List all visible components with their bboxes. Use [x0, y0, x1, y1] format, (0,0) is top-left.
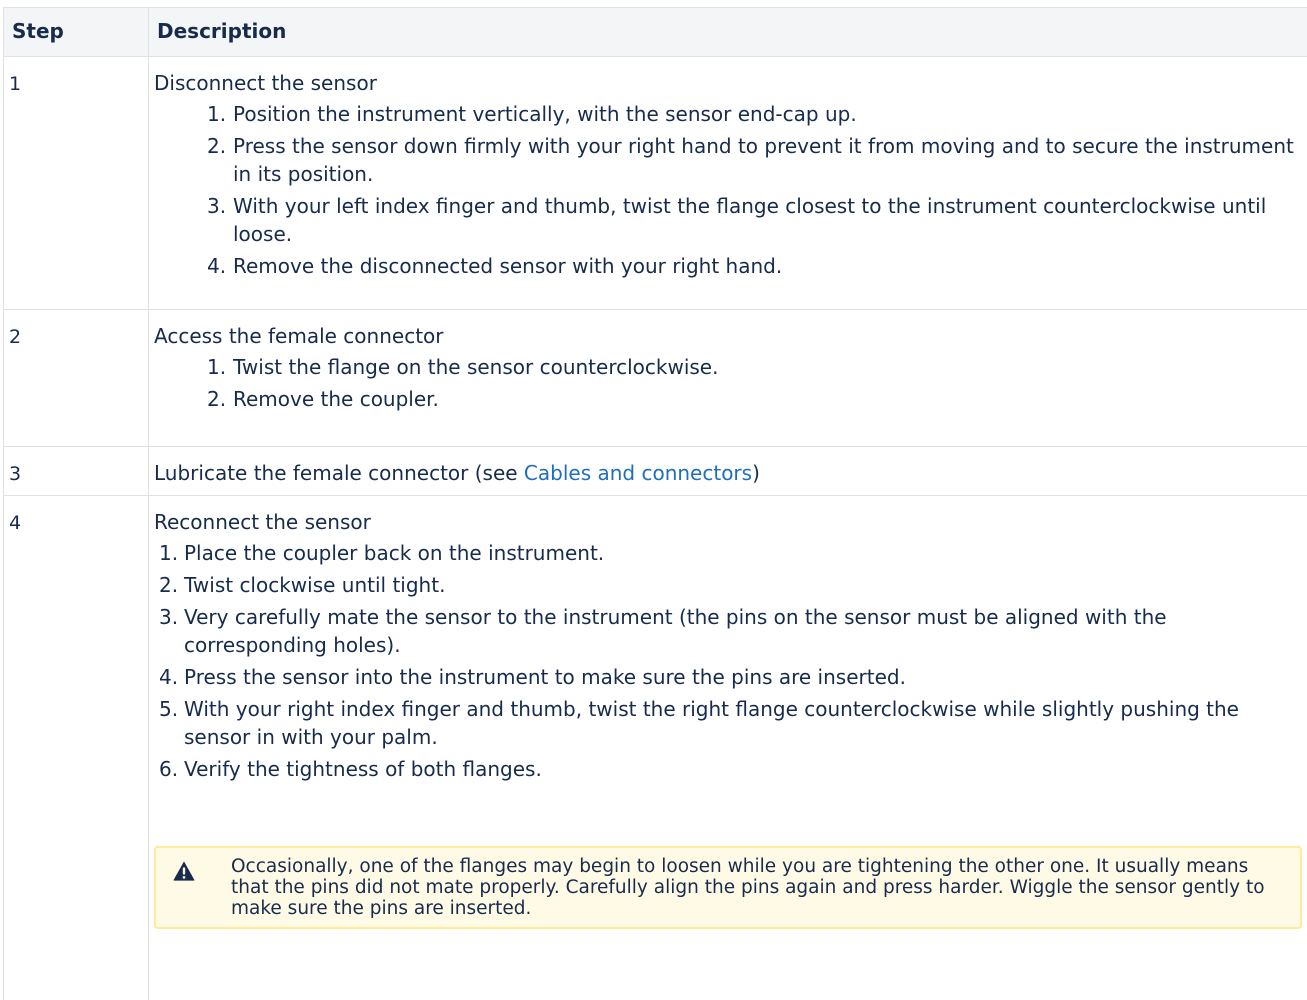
list-number: 1. [159, 541, 179, 565]
table-row: 1 Disconnect the sensor 1. Position the i… [3, 56, 1307, 310]
list-item: 5. With your right index finger and thumb… [154, 695, 1305, 751]
step-title: Access the female connector [154, 324, 444, 348]
table-row: 4 Reconnect the sensor 1. Place the coupl… [3, 495, 1307, 1000]
substep-text: Press the sensor down firmly with your r… [233, 134, 1294, 186]
list-number: 5. [159, 697, 179, 721]
table-row: 2 Access the female connector 1. Twist th… [3, 309, 1307, 447]
list-item: 2. Remove the coupler. [154, 385, 1305, 413]
substep-text: Place the coupler back on the instrument… [184, 541, 605, 565]
step-title-prefix: Lubricate the female connector (see [154, 461, 524, 485]
substep-text: With your left index finger and thumb, t… [233, 194, 1267, 246]
document-page: Step Description 1 Disconnect the sensor… [0, 0, 1307, 1000]
list-item: 1. Place the coupler back on the instrume… [154, 539, 1305, 567]
column-header-description: Description [148, 7, 1307, 57]
list-number: 2. [207, 387, 227, 411]
substep-text: Twist the flange on the sensor countercl… [233, 355, 719, 379]
list-item: 6. Verify the tightness of both flanges. [154, 755, 1305, 783]
list-number: 3. [159, 605, 179, 629]
column-header-step: Step [3, 7, 149, 57]
step-title-suffix: ) [752, 461, 760, 485]
step-description: Disconnect the sensor 1. Position the ins… [148, 56, 1307, 310]
substep-text: Position the instrument vertically, with… [233, 102, 857, 126]
list-item: 3. With your left index finger and thumb,… [154, 192, 1305, 248]
substep-text: Very carefully mate the sensor to the in… [184, 605, 1167, 657]
list-number: 1. [207, 355, 227, 379]
step-number: 1 [3, 56, 149, 310]
substep-text: Twist clockwise until tight. [184, 573, 446, 597]
list-item: 2. Twist clockwise until tight. [154, 571, 1305, 599]
step-title: Disconnect the sensor [154, 71, 377, 95]
list-number: 4. [207, 254, 227, 278]
list-item: 4. Press the sensor into the instrument t… [154, 663, 1305, 691]
substep-list: 1. Position the instrument vertically, wi… [154, 100, 1305, 280]
steps-table: Step Description 1 Disconnect the sensor… [3, 7, 1307, 1000]
step-description: Access the female connector 1. Twist the … [148, 309, 1307, 447]
substep-text: Press the sensor into the instrument to … [184, 665, 906, 689]
step-number: 2 [3, 309, 149, 447]
list-item: 1. Position the instrument vertically, wi… [154, 100, 1305, 128]
step-number: 4 [3, 495, 149, 1000]
warning-panel: Occasionally, one of the flanges may beg… [154, 846, 1302, 929]
list-number: 2. [159, 573, 179, 597]
substep-text: Remove the coupler. [233, 387, 439, 411]
substep-text: Verify the tightness of both flanges. [184, 757, 542, 781]
list-item: 2. Press the sensor down firmly with your… [154, 132, 1305, 188]
substep-text: With your right index finger and thumb, … [184, 697, 1239, 749]
step-title: Lubricate the female connector (see Cabl… [154, 459, 1305, 487]
list-item: 4. Remove the disconnected sensor with yo… [154, 252, 1305, 280]
warning-text: Occasionally, one of the flanges may beg… [231, 856, 1265, 919]
list-number: 1. [207, 102, 227, 126]
substep-list: 1. Place the coupler back on the instrume… [154, 539, 1305, 783]
step-title: Reconnect the sensor [154, 510, 371, 534]
list-item: 3. Very carefully mate the sensor to the … [154, 603, 1305, 659]
warning-triangle-icon [173, 861, 195, 881]
table-header-row: Step Description [3, 7, 1307, 57]
substep-list: 1. Twist the flange on the sensor counter… [154, 353, 1305, 413]
table-row: 3 Lubricate the female connector (see Ca… [3, 446, 1307, 496]
list-number: 3. [207, 194, 227, 218]
step-number: 3 [3, 446, 149, 496]
step-description: Lubricate the female connector (see Cabl… [148, 446, 1307, 496]
cables-and-connectors-link[interactable]: Cables and connectors [524, 461, 752, 485]
step-description: Reconnect the sensor 1. Place the coupler… [148, 495, 1307, 1000]
substep-text: Remove the disconnected sensor with your… [233, 254, 783, 278]
list-item: 1. Twist the flange on the sensor counter… [154, 353, 1305, 381]
list-number: 2. [207, 134, 227, 158]
list-number: 4. [159, 665, 179, 689]
list-number: 6. [159, 757, 179, 781]
